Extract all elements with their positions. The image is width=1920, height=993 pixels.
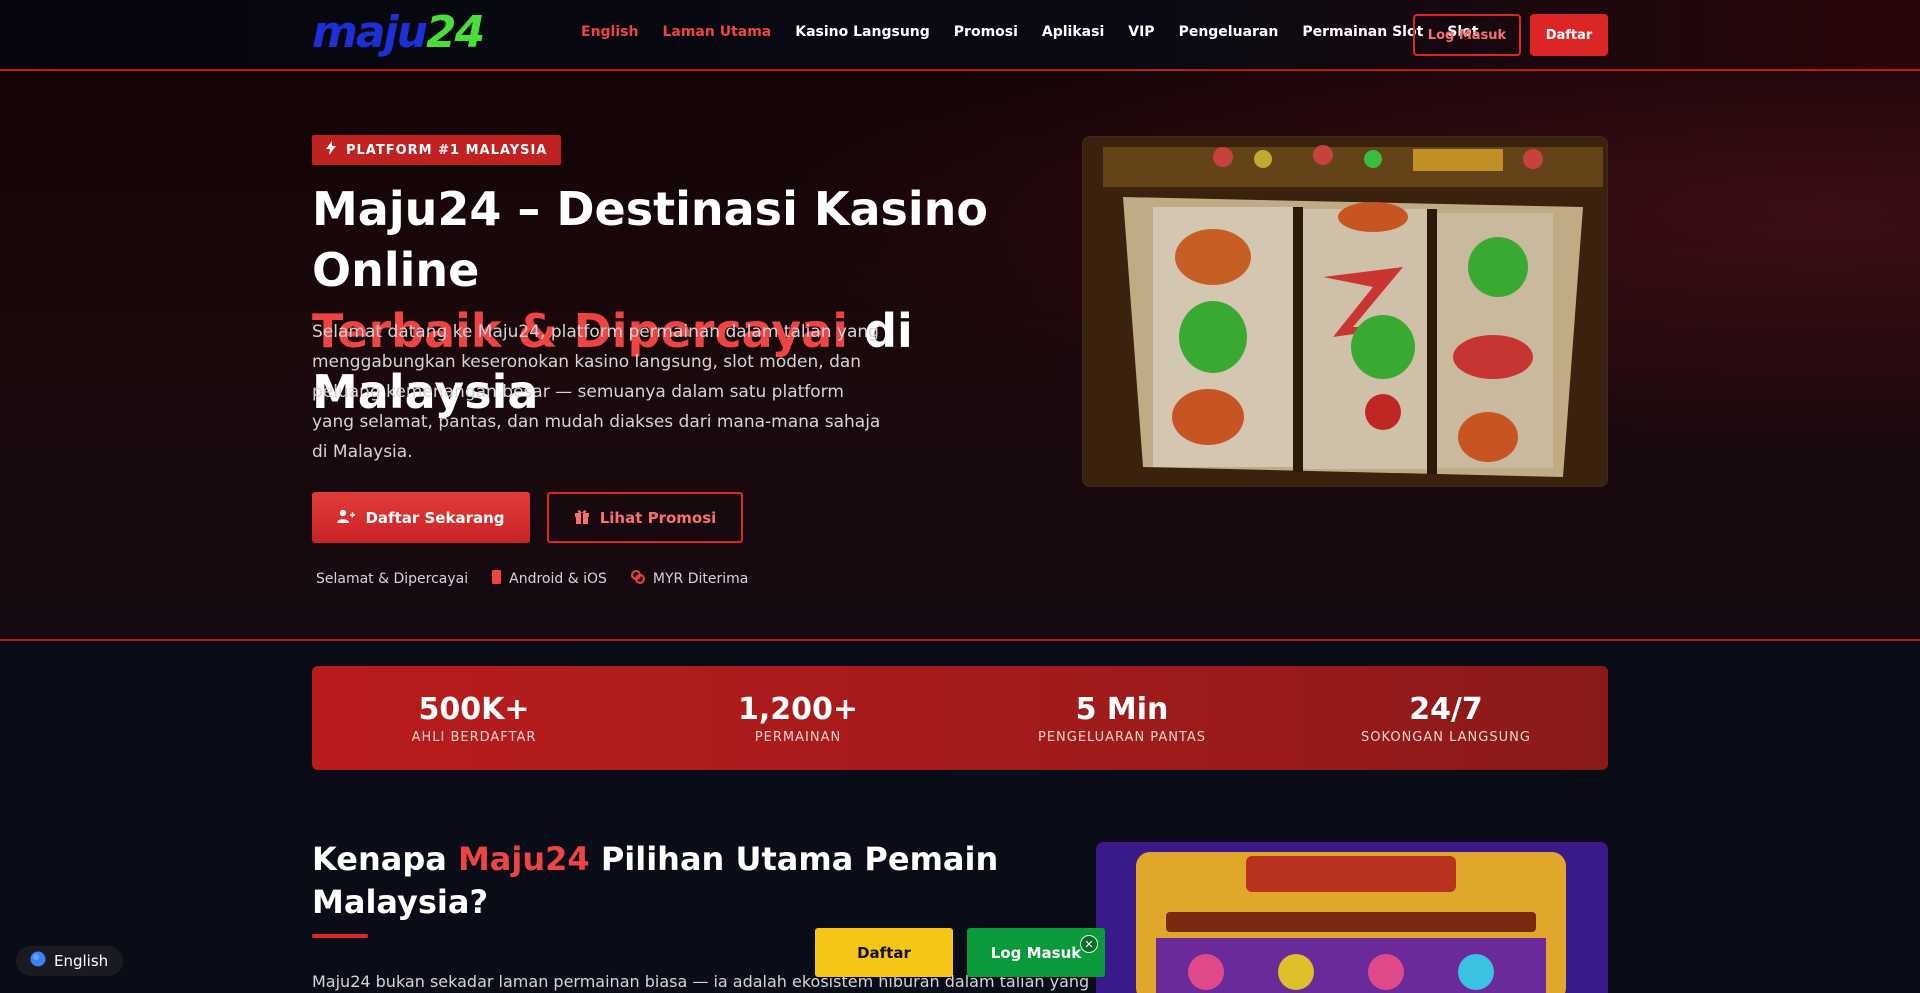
hero-title-line1: Maju24 – Destinasi Kasino Online — [312, 182, 989, 297]
stat-members-value: 500K+ — [418, 691, 530, 727]
coins-icon — [630, 570, 645, 588]
badge-label: PLATFORM #1 MALAYSIA — [346, 142, 548, 158]
top-navbar: maju24 English Laman Utama Kasino Langsu… — [0, 0, 1920, 71]
stat-members-label: AHLI BERDAFTAR — [411, 729, 537, 745]
stats-bar: 500K+ AHLI BERDAFTAR 1,200+ PERMAINAN 5 … — [312, 666, 1608, 770]
language-switcher[interactable]: English — [16, 946, 123, 976]
login-button[interactable]: Log Masuk — [1413, 14, 1521, 56]
register-now-button[interactable]: Daftar Sekarang — [312, 492, 530, 543]
feature-myr: MYR Diterima — [630, 570, 749, 588]
stat-support-label: SOKONGAN LANGSUNG — [1361, 729, 1531, 745]
stat-support-value: 24/7 — [1409, 691, 1483, 727]
stat-games-label: PERMAINAN — [754, 729, 842, 745]
stat-withdrawal-label: PENGELUARAN PANTAS — [1037, 729, 1207, 745]
nav-item-permainan-slot[interactable]: Permainan Slot — [1302, 24, 1423, 40]
feature-myr-label: MYR Diterima — [652, 571, 749, 587]
globe-icon — [30, 951, 46, 971]
feature-secure: Selamat & Dipercayai — [316, 570, 468, 588]
slot-machine-image — [1082, 136, 1608, 487]
language-label: English — [54, 952, 109, 970]
hero-description: Selamat datang ke Maju24, platform perma… — [312, 322, 881, 462]
close-icon[interactable]: ✕ — [1080, 935, 1098, 953]
site-logo[interactable]: maju24 — [312, 10, 485, 56]
why-title-highlight: Maju24 — [457, 840, 590, 878]
hero-features: Selamat & Dipercayai Android & iOS MYR D… — [316, 570, 748, 588]
feature-mobile: Android & iOS — [492, 570, 607, 588]
stat-games-value: 1,200+ — [737, 691, 859, 727]
feature-mobile-label: Android & iOS — [509, 571, 607, 587]
register-button[interactable]: Daftar — [1530, 14, 1608, 56]
stat-withdrawal: 5 Min PENGELUARAN PANTAS — [960, 666, 1284, 770]
view-promotions-button[interactable]: Lihat Promosi — [547, 492, 743, 543]
nav-item-laman-utama[interactable]: Laman Utama — [662, 24, 771, 40]
view-promotions-label: Lihat Promosi — [599, 508, 717, 527]
stat-support: 24/7 SOKONGAN LANGSUNG — [1284, 666, 1608, 770]
fortune-tiger-image — [1096, 842, 1608, 993]
bolt-icon — [326, 141, 336, 159]
nav-item-promosi[interactable]: Promosi — [954, 24, 1018, 40]
nav-item-english[interactable]: English — [581, 24, 638, 40]
floating-register-button[interactable]: Daftar — [815, 928, 953, 977]
why-title-pre: Kenapa — [312, 840, 458, 878]
nav-item-aplikasi[interactable]: Aplikasi — [1042, 24, 1104, 40]
hero-section: PLATFORM #1 MALAYSIA Maju24 – Destinasi … — [0, 71, 1920, 641]
mobile-icon — [492, 570, 502, 588]
user-plus-icon — [337, 509, 356, 527]
stat-withdrawal-value: 5 Min — [1075, 691, 1169, 727]
nav-item-vip[interactable]: VIP — [1128, 24, 1154, 40]
stat-games: 1,200+ PERMAINAN — [636, 666, 960, 770]
nav-item-kasino-langsung[interactable]: Kasino Langsung — [795, 24, 930, 40]
gift-icon — [574, 508, 590, 528]
register-now-label: Daftar Sekarang — [365, 508, 505, 527]
title-underline — [312, 934, 368, 938]
nav-item-pengeluaran[interactable]: Pengeluaran — [1179, 24, 1279, 40]
stat-members: 500K+ AHLI BERDAFTAR — [312, 666, 636, 770]
feature-secure-label: Selamat & Dipercayai — [316, 571, 469, 587]
main-nav: English Laman Utama Kasino Langsung Prom… — [581, 24, 1503, 40]
platform-badge: PLATFORM #1 MALAYSIA — [312, 135, 562, 165]
why-section-title: Kenapa Maju24 Pilihan Utama Pemain Malay… — [312, 838, 1032, 924]
